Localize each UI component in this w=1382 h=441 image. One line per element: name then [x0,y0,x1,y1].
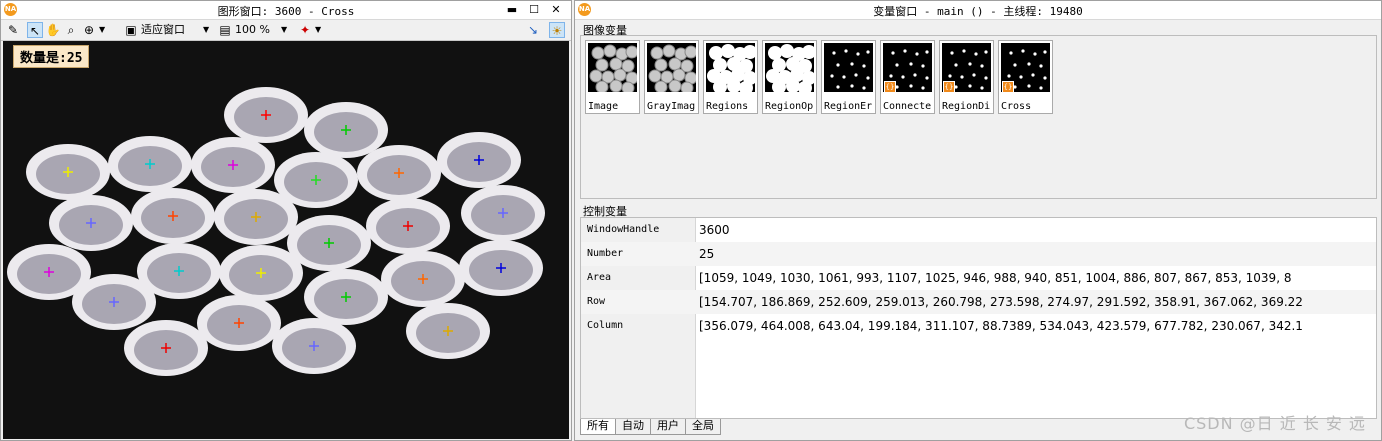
bottle-cap [124,320,208,376]
variable-tab[interactable]: 全局 [685,419,721,435]
magnify-icon[interactable]: ⌕ [63,22,79,38]
pencil-icon[interactable]: ✎ [5,22,21,38]
bottle-cap [437,132,521,188]
image-var-thumb[interactable]: RegionEr [821,40,876,114]
variable-tab[interactable]: 自动 [615,419,651,435]
zoom-level-arrow-icon[interactable]: ▼ [281,22,287,38]
bottle-cap [304,269,388,325]
fit-dropdown-arrow-icon[interactable]: ▼ [203,22,209,38]
control-var-name: Column [587,320,624,331]
image-var-name: RegionOp [765,101,814,112]
control-var-row[interactable]: Column [356.079, 464.008, 643.04, 199.184… [581,314,1376,338]
bottle-cap [49,195,133,251]
image-var-name: RegionDi [942,101,991,112]
variable-window-titlebar: NA 变量窗口 - main () - 主线程: 19480 [575,1,1381,20]
fit-window-button[interactable]: 适应窗口 [141,22,185,38]
hand-icon[interactable]: ✋ [45,22,61,38]
variable-tabs: 所有 自动 用户 全局 [580,419,721,435]
fit-window-icon[interactable]: ▣ [123,22,139,38]
image-var-thumb[interactable]: RegionOp [762,40,817,114]
tuple-badge-icon: {} [1002,81,1014,93]
image-var-name: Connecte [883,101,932,112]
bottle-cap [304,102,388,158]
bottle-cap [461,185,545,241]
control-var-name: Number [587,248,624,259]
control-var-row[interactable]: WindowHandle 3600 [581,218,1376,242]
bottle-cap [366,198,450,254]
bottle-cap [357,145,441,201]
control-var-row[interactable]: Area [1059, 1049, 1030, 1061, 993, 1107, … [581,266,1376,290]
color-icon[interactable]: ✦ [297,22,313,38]
light-icon[interactable]: ☀ [549,22,565,38]
control-var-value: [154.707, 186.869, 252.609, 259.013, 260… [699,295,1303,309]
variable-window: NA 变量窗口 - main () - 主线程: 19480 图像变量 Imag… [574,0,1382,441]
control-var-row[interactable]: Number 25 [581,242,1376,266]
image-var-thumb[interactable]: Regions [703,40,758,114]
image-var-thumb[interactable]: {} RegionDi [939,40,994,114]
image-var-name: Regions [706,101,749,112]
image-var-name: Cross [1001,101,1032,112]
zoom-level-select[interactable]: 100 % [235,22,270,38]
bottle-cap [224,87,308,143]
bottle-cap [131,188,215,244]
bottle-cap [214,189,298,245]
bottle-cap [191,137,275,193]
image-var-thumb[interactable]: Image [585,40,640,114]
thumbnail-image [765,43,814,92]
bottle-cap [272,318,356,374]
graphics-window-title: 图形窗口: 3600 - Cross [217,5,355,18]
close-button[interactable]: ✕ [545,2,567,18]
image-canvas[interactable]: 数量是:25 [3,41,569,439]
image-var-thumb[interactable]: {} Connecte [880,40,935,114]
bottle-cap [108,136,192,192]
bottle-cap [26,144,110,200]
control-var-row[interactable]: Row [154.707, 186.869, 252.609, 259.013, … [581,290,1376,314]
tuple-badge-icon: {} [943,81,955,93]
count-label: 数量是:25 [13,45,90,68]
bottle-cap [197,295,281,351]
image-var-name: Image [588,101,619,112]
control-var-value: 25 [699,247,715,261]
thumbnail-image [824,43,873,92]
bottle-cap [406,303,490,359]
caps-image [7,87,545,376]
graphics-toolbar: ✎ ↖ ✋ ⌕ ⊕ ▼ ▣ 适应窗口 ▼ ▤ 100 % ▼ ✦ ▼ ↘ ☀ [1,20,571,41]
control-var-value: 3600 [699,223,730,237]
control-var-value: [1059, 1049, 1030, 1061, 993, 1107, 1025… [699,271,1292,285]
variable-tab[interactable]: 用户 [650,419,686,435]
variable-window-title: 变量窗口 - main () - 主线程: 19480 [873,5,1083,18]
bottle-cap [381,251,465,307]
color-dropdown-arrow-icon[interactable]: ▼ [315,22,321,38]
control-var-name: WindowHandle [587,224,660,235]
graphics-window: NA 图形窗口: 3600 - Cross ▬ ☐ ✕ ✎ ↖ ✋ ⌕ ⊕ ▼ … [0,0,572,441]
thumbnail-image [706,43,755,92]
control-var-name: Area [587,272,612,283]
control-var-name: Row [587,296,606,307]
watermark: CSDN @日 近 长 安 远 [1183,414,1366,433]
zoom-icon[interactable]: ⊕ [81,22,97,38]
draw-roi-icon[interactable]: ↘ [525,22,541,38]
bottle-cap [459,240,543,296]
maximize-button[interactable]: ☐ [523,2,545,18]
image-variables-panel: Image GrayImag Regions RegionOp RegionEr {} Co… [580,35,1377,199]
image-var-name: GrayImag [647,101,696,112]
pointer-icon[interactable]: ↖ [27,22,43,38]
image-var-thumb[interactable]: GrayImag [644,40,699,114]
thumbnail-image [588,43,637,92]
variable-tab[interactable]: 所有 [580,419,616,435]
image-var-name: RegionEr [824,101,873,112]
graphics-window-titlebar: NA 图形窗口: 3600 - Cross ▬ ☐ ✕ [1,1,571,20]
zoom-level-icon: ▤ [219,23,231,37]
minimize-button[interactable]: ▬ [501,2,523,18]
control-var-value: [356.079, 464.008, 643.04, 199.184, 311.… [699,319,1303,333]
zoom-dropdown-arrow-icon[interactable]: ▼ [99,22,105,38]
bottle-cap [72,274,156,330]
tuple-badge-icon: {} [884,81,896,93]
image-var-thumb[interactable]: {} Cross [998,40,1053,114]
thumbnail-image [647,43,696,92]
control-variables-panel: WindowHandle 3600 Number 25 Area [1059, 1049,… [580,217,1377,419]
bottle-cap [287,215,371,271]
